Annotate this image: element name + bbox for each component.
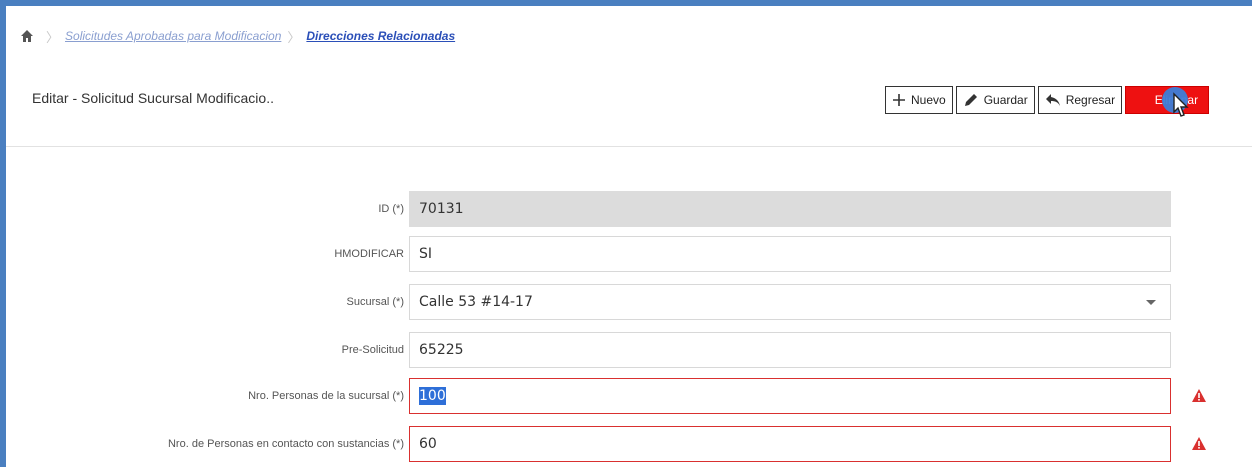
pre-solicitud-label: Pre-Solicitud — [341, 344, 404, 356]
regresar-button[interactable]: Regresar — [1037, 86, 1123, 114]
mouse-pointer-icon — [1173, 92, 1189, 117]
form-row-id: ID (*) 70131 — [6, 191, 1246, 227]
nuevo-button[interactable]: Nuevo — [885, 86, 953, 114]
page-title: Editar - Solicitud Sucursal Modificacio.… — [32, 90, 274, 106]
breadcrumb-item-solicitudes[interactable]: Solicitudes Aprobadas para Modificacion — [65, 29, 281, 43]
breadcrumb-separator: 〉 — [46, 29, 60, 45]
pencil-icon — [964, 94, 977, 106]
nro-personas-label: Nro. Personas de la sucursal (*) — [248, 390, 404, 402]
warning-icon — [1192, 437, 1206, 450]
reply-arrow-icon — [1045, 94, 1060, 106]
sucursal-label: Sucursal (*) — [346, 296, 404, 308]
nro-personas-contacto-label: Nro. de Personas en contacto con sustanc… — [167, 438, 404, 450]
warning-icon — [1192, 389, 1206, 402]
header-divider — [6, 146, 1252, 147]
window-top-border — [0, 0, 1252, 6]
nro-personas-contacto-field[interactable]: 60 — [409, 426, 1171, 462]
sucursal-selected-value: Calle 53 #14-17 — [419, 294, 533, 310]
id-field: 70131 — [409, 191, 1171, 227]
breadcrumb-separator: 〉 — [287, 29, 301, 45]
hmodificar-field[interactable]: SI — [409, 236, 1171, 272]
form-row-hmodificar: HMODIFICAR SI — [6, 236, 1246, 272]
nuevo-label: Nuevo — [911, 93, 946, 107]
hmodificar-label: HMODIFICAR — [334, 248, 404, 260]
breadcrumb-item-direcciones[interactable]: Direcciones Relacionadas — [306, 29, 455, 43]
breadcrumb: 〉 Solicitudes Aprobadas para Modificacio… — [20, 26, 455, 46]
form-row-nro-personas: Nro. Personas de la sucursal (*) 100 — [6, 378, 1246, 414]
guardar-button[interactable]: Guardar — [955, 86, 1035, 114]
guardar-label: Guardar — [983, 93, 1028, 107]
form-row-sucursal: Sucursal (*) Calle 53 #14-17 — [6, 284, 1246, 320]
regresar-label: Regresar — [1065, 93, 1116, 107]
chevron-down-icon[interactable] — [1146, 300, 1156, 305]
sucursal-select[interactable]: Calle 53 #14-17 — [409, 284, 1171, 320]
id-label: ID (*) — [378, 203, 404, 215]
pre-solicitud-field[interactable]: 65225 — [409, 332, 1171, 368]
nro-personas-value: 100 — [419, 387, 446, 405]
form-row-nro-personas-contacto: Nro. de Personas en contacto con sustanc… — [6, 426, 1246, 462]
plus-icon — [893, 94, 905, 106]
nro-personas-field[interactable]: 100 — [409, 378, 1171, 414]
form-row-pre-solicitud: Pre-Solicitud 65225 — [6, 332, 1246, 368]
home-icon[interactable] — [20, 29, 34, 43]
